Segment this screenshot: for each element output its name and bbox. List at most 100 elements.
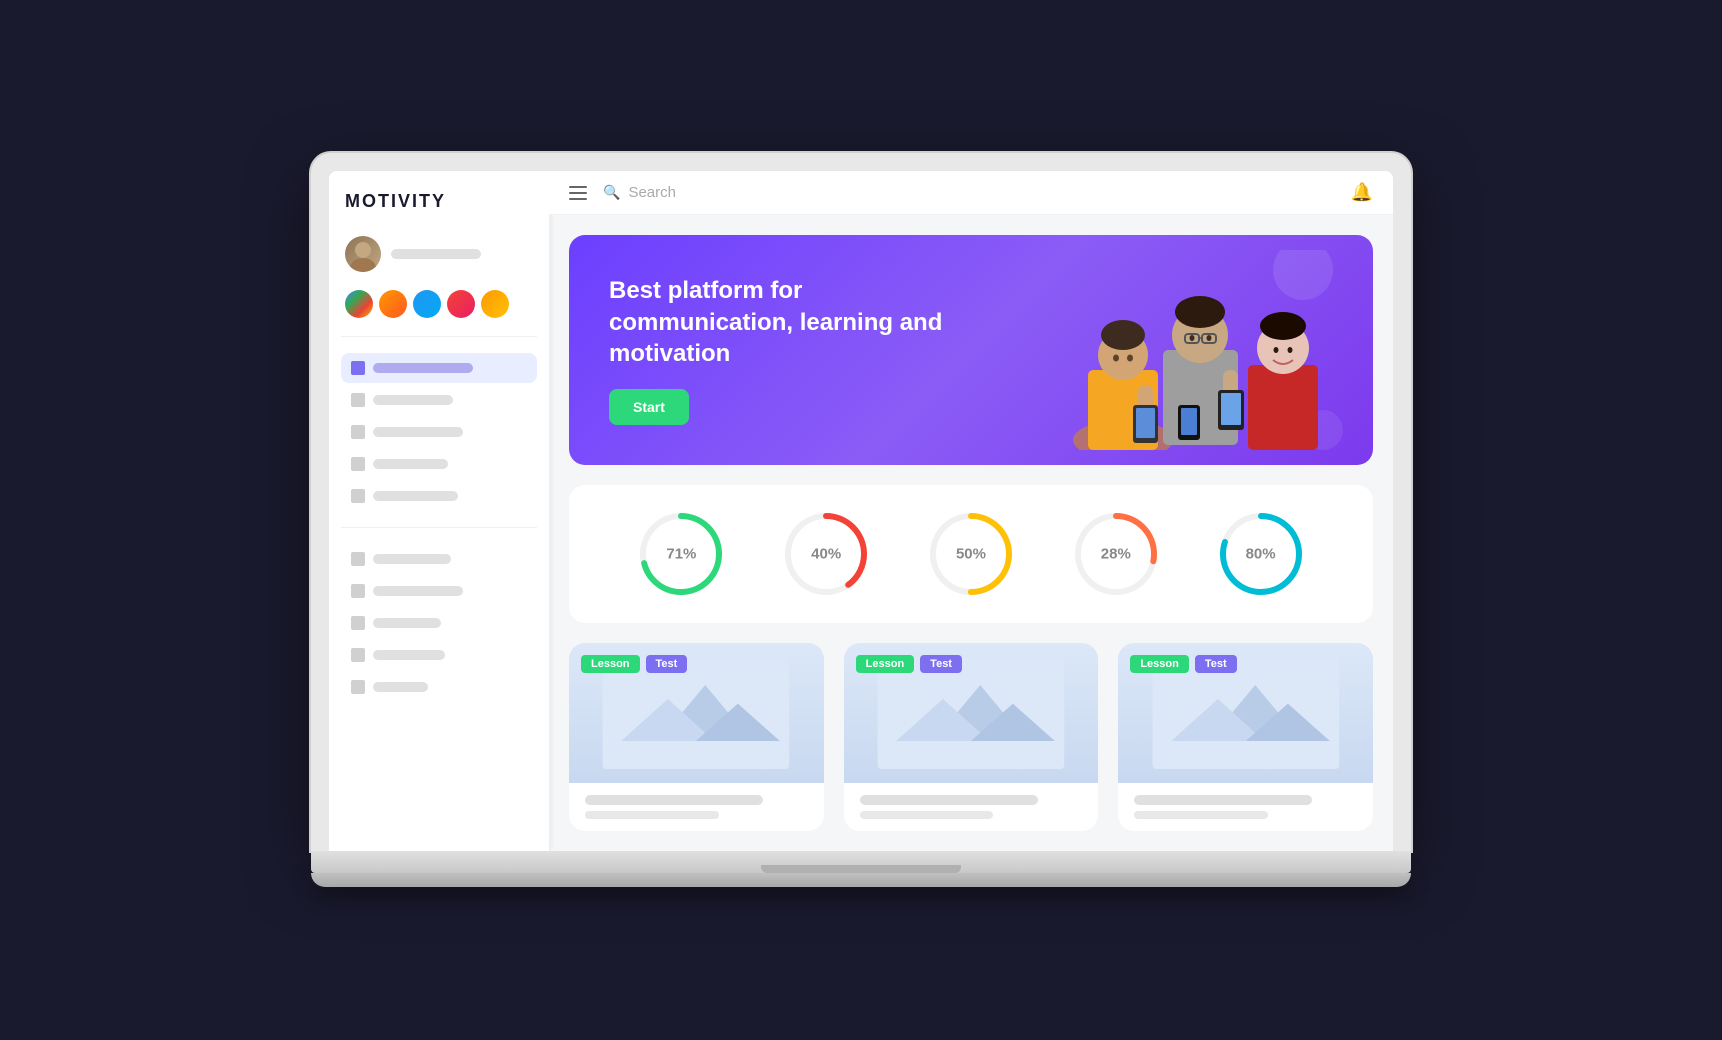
badge-4: [447, 290, 475, 318]
sidebar-item-progress[interactable]: [341, 481, 537, 511]
resources-icon: [351, 616, 365, 630]
card-2-title: [860, 795, 1038, 805]
messages-icon: [351, 457, 365, 471]
card-3-subtitle: [1134, 811, 1268, 819]
course-card-1[interactable]: Lesson Test: [569, 643, 824, 831]
app-logo: MOTIVITY: [341, 187, 537, 220]
assignments-icon: [351, 425, 365, 439]
badge-1: [345, 290, 373, 318]
hero-image-area: [993, 235, 1373, 465]
avatar: [345, 236, 381, 272]
circle-50: 50%: [926, 509, 1016, 599]
card-1-subtitle: [585, 811, 719, 819]
card-1-title: [585, 795, 763, 805]
card-3-lesson-badge: Lesson: [1130, 655, 1189, 673]
search-label[interactable]: Search: [628, 184, 676, 201]
card-1-test-badge: Test: [646, 655, 688, 673]
nav-section-secondary: [341, 544, 537, 702]
sidebar-label-courses: [373, 395, 453, 405]
hamburger-line-2: [569, 192, 587, 194]
progress-item-2: 40%: [781, 509, 871, 599]
cards-section: Lesson Test: [569, 643, 1373, 831]
circle-80: 80%: [1216, 509, 1306, 599]
circle-40-label: 40%: [811, 546, 841, 563]
schedule-icon: [351, 552, 365, 566]
sidebar-item-courses[interactable]: [341, 385, 537, 415]
laptop-screen: MOTIVITY: [329, 171, 1393, 851]
circle-80-label: 80%: [1246, 546, 1276, 563]
badge-5: [481, 290, 509, 318]
search-bar[interactable]: 🔍 Search: [603, 184, 961, 201]
progress-item-5: 80%: [1216, 509, 1306, 599]
page-content: Best platform for communication, learnin…: [549, 215, 1393, 851]
hero-text-area: Best platform for communication, learnin…: [609, 275, 989, 425]
circle-28: 28%: [1071, 509, 1161, 599]
sidebar-label-help: [373, 682, 428, 692]
circle-71: 71%: [636, 509, 726, 599]
sidebar-divider-1: [341, 336, 537, 337]
badge-3: [413, 290, 441, 318]
nav-section-primary: [341, 353, 537, 511]
sidebar-label-settings: [373, 650, 445, 660]
notification-bell-icon[interactable]: 🔔: [1351, 182, 1373, 203]
course-card-2[interactable]: Lesson Test: [844, 643, 1099, 831]
user-name-placeholder: [391, 249, 481, 259]
card-2-image: Lesson Test: [844, 643, 1099, 783]
progress-section: 71% 40%: [569, 485, 1373, 623]
sidebar-item-assignments[interactable]: [341, 417, 537, 447]
laptop-device: MOTIVITY: [311, 153, 1411, 887]
card-3-placeholder: [1144, 657, 1348, 769]
hero-banner: Best platform for communication, learnin…: [569, 235, 1373, 465]
card-1-lesson-badge: Lesson: [581, 655, 640, 673]
circle-50-label: 50%: [956, 546, 986, 563]
main-content: 🔍 Search 🔔 Best platform for communicati…: [549, 171, 1393, 851]
card-1-image: Lesson Test: [569, 643, 824, 783]
card-2-badges: Lesson Test: [856, 655, 962, 673]
sidebar-item-schedule[interactable]: [341, 544, 537, 574]
sidebar-item-resources[interactable]: [341, 608, 537, 638]
card-3-image: Lesson Test: [1118, 643, 1373, 783]
dashboard-icon: [351, 361, 365, 375]
circle-28-label: 28%: [1101, 546, 1131, 563]
card-2-subtitle: [860, 811, 994, 819]
card-2-test-badge: Test: [920, 655, 962, 673]
sidebar-item-community[interactable]: [341, 576, 537, 606]
sidebar-divider-2: [341, 527, 537, 528]
laptop-bottom: [311, 873, 1411, 887]
card-3-title: [1134, 795, 1312, 805]
circle-71-label: 71%: [666, 546, 696, 563]
progress-icon: [351, 489, 365, 503]
hero-title: Best platform for communication, learnin…: [609, 275, 989, 369]
community-icon: [351, 584, 365, 598]
hamburger-line-3: [569, 198, 587, 200]
sidebar-item-dashboard[interactable]: [341, 353, 537, 383]
app-layout: MOTIVITY: [329, 171, 1393, 851]
sidebar-item-messages[interactable]: [341, 449, 537, 479]
sidebar-item-settings[interactable]: [341, 640, 537, 670]
laptop-base: [311, 851, 1411, 873]
hero-illustration: [1023, 250, 1343, 450]
start-button[interactable]: Start: [609, 389, 689, 425]
sidebar-label-progress: [373, 491, 458, 501]
sidebar-label-community: [373, 586, 463, 596]
card-2-info: [844, 783, 1099, 831]
course-card-3[interactable]: Lesson Test: [1118, 643, 1373, 831]
card-3-info: [1118, 783, 1373, 831]
sidebar-label-assignments: [373, 427, 463, 437]
user-profile-area[interactable]: [341, 232, 537, 276]
sidebar-item-help[interactable]: [341, 672, 537, 702]
menu-toggle[interactable]: [569, 186, 587, 200]
sidebar: MOTIVITY: [329, 171, 549, 851]
badge-row: [341, 288, 537, 320]
card-3-badges: Lesson Test: [1130, 655, 1236, 673]
top-header: 🔍 Search 🔔: [549, 171, 1393, 215]
card-2-placeholder: [869, 657, 1073, 769]
card-1-badges: Lesson Test: [581, 655, 687, 673]
card-1-info: [569, 783, 824, 831]
help-icon: [351, 680, 365, 694]
badge-2: [379, 290, 407, 318]
card-1-placeholder: [594, 657, 798, 769]
sidebar-label-resources: [373, 618, 441, 628]
progress-item-3: 50%: [926, 509, 1016, 599]
sidebar-label-schedule: [373, 554, 451, 564]
